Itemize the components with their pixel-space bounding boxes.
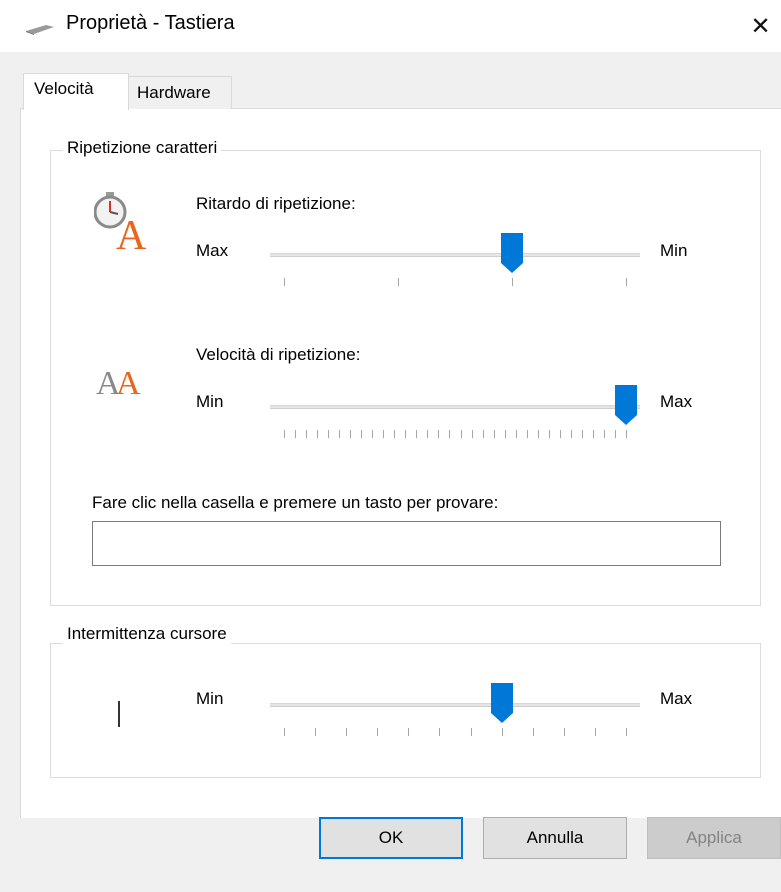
delay-label: Ritardo di ripetizione: (196, 194, 356, 213)
slider-tick (284, 728, 285, 736)
slider-tick (398, 278, 399, 286)
double-letter-icon: A A (96, 365, 141, 397)
close-button[interactable]: ✕ (740, 6, 781, 46)
rate-slider[interactable] (270, 384, 640, 446)
tab-hardware[interactable]: Hardware (128, 76, 232, 109)
slider-tick (626, 278, 627, 286)
slider-tick (537, 430, 539, 438)
slider-tick (377, 728, 379, 736)
slider-tick (427, 430, 429, 438)
slider-tick (416, 430, 418, 438)
slider-tick (563, 728, 565, 736)
blink-slider[interactable] (270, 682, 640, 744)
slider-tick (501, 728, 503, 736)
blink-max-label: Max (660, 689, 693, 708)
slider-tick (548, 430, 550, 438)
slider-tick (317, 430, 319, 438)
rate-label: Velocità di ripetizione: (196, 345, 361, 364)
slider-tick (295, 430, 297, 438)
slider-tick (603, 430, 605, 438)
svg-text:A: A (116, 365, 141, 397)
slider-tick (532, 728, 534, 736)
rate-max-label: Max (660, 392, 693, 411)
slider-tick (350, 430, 352, 438)
slider-tick (471, 430, 473, 438)
slider-tick (570, 430, 572, 438)
slider-tick (315, 728, 317, 736)
slider-tick (284, 430, 285, 438)
slider-track[interactable] (270, 253, 640, 257)
slider-tick (284, 278, 285, 286)
delay-min-label: Max (196, 241, 229, 260)
test-input[interactable] (92, 521, 721, 566)
slider-thumb[interactable] (490, 682, 514, 724)
slider-tick (470, 728, 472, 736)
slider-tick (439, 728, 441, 736)
slider-thumb[interactable] (500, 232, 524, 274)
slider-track[interactable] (270, 703, 640, 707)
slider-tick (361, 430, 363, 438)
blink-min-label: Min (196, 689, 224, 708)
tab-velocita[interactable]: Velocità (23, 73, 129, 110)
slider-tick (449, 430, 451, 438)
slider-tick (372, 430, 374, 438)
rate-min-label: Min (196, 392, 224, 411)
char-repeat-group-title: Ripetizione caratteri (63, 138, 222, 158)
cursor-blink-group-title: Intermittenza cursore (63, 624, 231, 644)
slider-tick (626, 728, 627, 736)
slider-tick (328, 430, 330, 438)
slider-tick (614, 430, 616, 438)
text-cursor-icon (118, 701, 120, 727)
slider-tick (394, 430, 396, 438)
delay-slider[interactable] (270, 232, 640, 294)
slider-tick (408, 728, 410, 736)
slider-thumb[interactable] (614, 384, 638, 426)
delay-max-label: Min (660, 241, 688, 260)
slider-tick (512, 278, 513, 286)
slider-tick (581, 430, 583, 438)
slider-tick (592, 430, 594, 438)
slider-tick (383, 430, 385, 438)
slider-tick (594, 728, 596, 736)
slider-tick (460, 430, 462, 438)
ok-button[interactable]: OK (319, 817, 463, 859)
svg-text:A: A (116, 213, 147, 252)
slider-tick (339, 430, 341, 438)
slider-tick (559, 430, 561, 438)
slider-tick (626, 430, 627, 438)
slider-tick (504, 430, 506, 438)
cancel-button[interactable]: Annulla (483, 817, 627, 859)
slider-tick (306, 430, 308, 438)
keyboard-icon (26, 25, 54, 35)
slider-tick (438, 430, 440, 438)
slider-tick (493, 430, 495, 438)
slider-track[interactable] (270, 405, 640, 409)
slider-tick (515, 430, 517, 438)
slider-tick (346, 728, 348, 736)
slider-tick (405, 430, 407, 438)
title-bar: Proprietà - Tastiera ✕ (0, 0, 781, 52)
test-box-label: Fare clic nella casella e premere un tas… (92, 493, 499, 512)
stopwatch-letter-icon: A (94, 192, 147, 252)
apply-button[interactable]: Applica (647, 817, 781, 859)
slider-tick (526, 430, 528, 438)
slider-tick (482, 430, 484, 438)
window-title: Proprietà - Tastiera (66, 12, 235, 34)
